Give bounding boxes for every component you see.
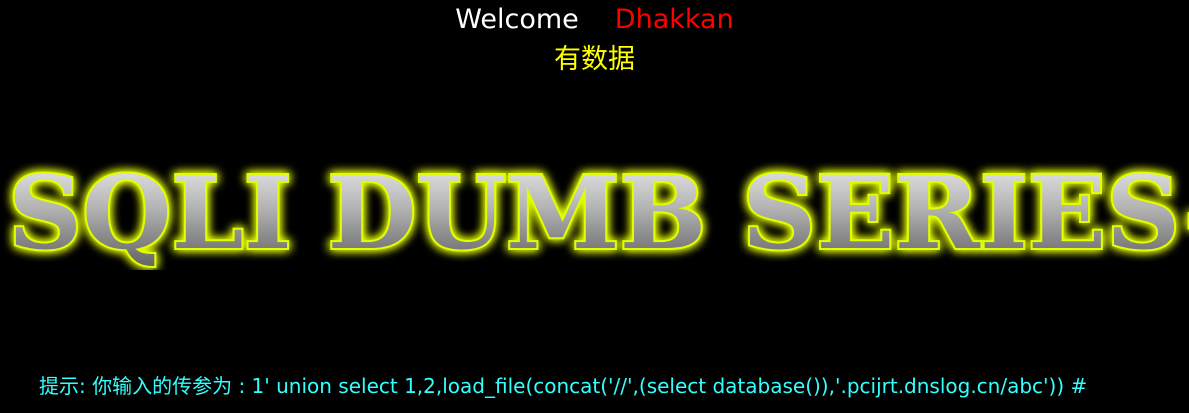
welcome-label: Welcome xyxy=(455,4,579,35)
welcome-message: Welcome Dhakkan xyxy=(0,2,1189,38)
hint-message: 提示: 你输入的传参为 : 1' union select 1,2,load_f… xyxy=(39,374,1088,398)
banner-title-text: SQLI DUMB SERIES-8 xyxy=(8,154,1189,270)
title-banner: SQLI DUMB SERIES-8 xyxy=(0,150,1189,270)
page: Welcome Dhakkan 有数据 SQLI DUMB SERIES-8 提… xyxy=(0,0,1189,413)
query-status: 有数据 xyxy=(554,44,635,75)
title-banner-graphic: SQLI DUMB SERIES-8 xyxy=(6,152,1189,270)
user-name: Dhakkan xyxy=(614,4,734,35)
